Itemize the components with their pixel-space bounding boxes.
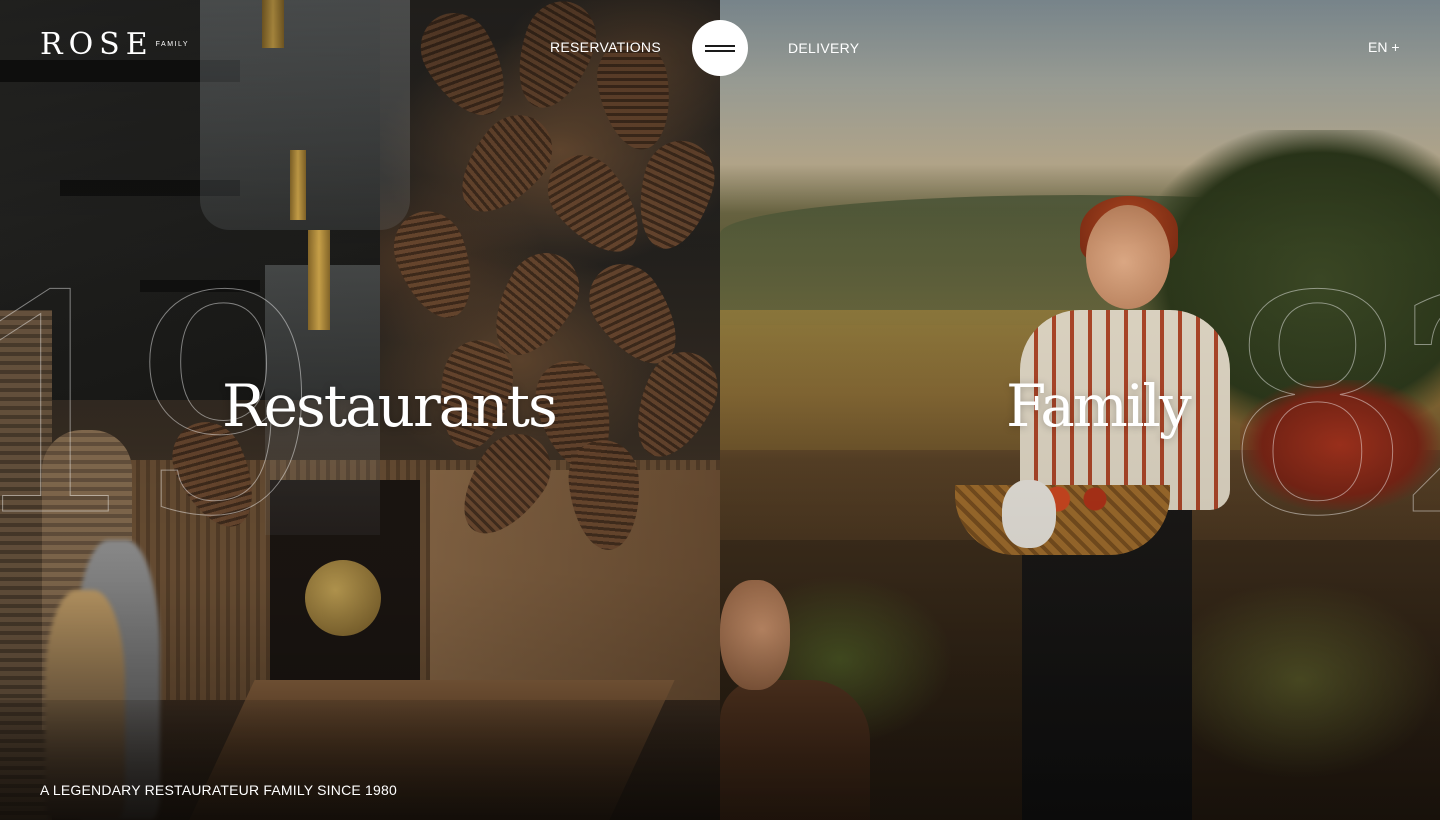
logo-subtitle: FAMILY xyxy=(155,41,190,48)
restaurants-title[interactable]: Restaurants xyxy=(222,372,558,440)
menu-button[interactable] xyxy=(692,20,748,76)
language-switcher[interactable]: EN + xyxy=(1368,39,1400,55)
family-title[interactable]: Family xyxy=(1006,372,1192,440)
rose-family-logo[interactable]: ROSE FAMILY xyxy=(40,30,189,60)
reservations-link[interactable]: RESERVATIONS xyxy=(550,39,661,55)
delivery-link[interactable]: DELIVERY xyxy=(788,40,859,56)
tagline: A LEGENDARY RESTAURATEUR FAMILY SINCE 19… xyxy=(40,782,397,798)
logo-wordmark: ROSE xyxy=(40,27,154,62)
page: 19 82 Restaurants Family ROSE FAMILY RES… xyxy=(0,0,1440,820)
